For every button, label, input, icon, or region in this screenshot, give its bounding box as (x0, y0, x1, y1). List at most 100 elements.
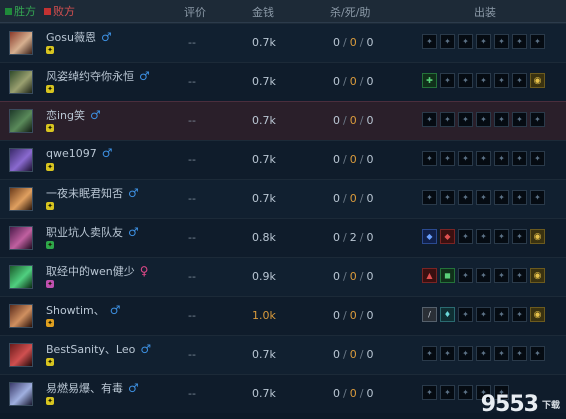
red-potion-item-icon[interactable]: ▲ (422, 268, 437, 283)
player-row[interactable]: BestSanity、Leo ♂ ✦ -- 0.7k 0/0/0 (0, 335, 566, 374)
player-row[interactable]: 风姿绰约夺你永恒♂ ✦ -- 0.7k 0/0/0 ✚ ◉ (0, 62, 566, 101)
empty-item-slot-icon[interactable] (512, 346, 527, 361)
empty-item-slot-icon[interactable] (422, 346, 437, 361)
empty-item-slot-icon[interactable] (512, 151, 527, 166)
empty-item-slot-icon[interactable] (440, 346, 455, 361)
player-name[interactable]: 风姿绰约夺你永恒 ♂ (46, 68, 150, 84)
empty-item-slot-icon[interactable] (530, 151, 545, 166)
player-name[interactable]: 恋ing笑 ♂ (46, 107, 101, 123)
empty-item-slot-icon[interactable] (458, 151, 473, 166)
empty-item-slot-icon[interactable] (494, 34, 509, 49)
empty-item-slot-icon[interactable] (458, 73, 473, 88)
empty-item-slot-icon[interactable] (530, 34, 545, 49)
male-icon: ♂ (90, 108, 101, 122)
empty-item-slot-icon[interactable] (494, 268, 509, 283)
empty-item-slot-icon[interactable] (422, 151, 437, 166)
player-row[interactable]: Showtim、♂ ✦ -- 1.0k 0/0/0 / ♦ ◉ (0, 296, 566, 335)
potion-item-icon[interactable]: ✚ (422, 73, 437, 88)
empty-item-slot-icon[interactable] (512, 34, 527, 49)
empty-item-slot-icon[interactable] (512, 112, 527, 127)
player-name[interactable]: Gosu薇恩 ♂ (46, 29, 112, 45)
trinket-ward-icon[interactable]: ◉ (530, 73, 545, 88)
player-name[interactable]: qwe1097 ♂ (46, 146, 113, 160)
male-icon: ♂ (109, 303, 121, 317)
empty-item-slot-icon[interactable] (476, 229, 491, 244)
male-icon: ♂ (128, 381, 139, 395)
empty-item-slot-icon[interactable] (458, 268, 473, 283)
empty-item-slot-icon[interactable] (422, 34, 437, 49)
player-row[interactable]: 一夜未眠君知否 ♂ ✦ -- 0.7k 0/0/0 (0, 179, 566, 218)
empty-item-slot-icon[interactable] (422, 190, 437, 205)
empty-item-slot-icon[interactable] (512, 307, 527, 322)
empty-item-slot-icon[interactable] (530, 112, 545, 127)
empty-item-slot-icon[interactable] (440, 190, 455, 205)
player-row[interactable]: 职业坑人卖队友♂ ✦ -- 0.8k 0/2/0 ◆ ◆ ◉ (0, 218, 566, 257)
empty-item-slot-icon[interactable] (458, 307, 473, 322)
empty-item-slot-icon[interactable] (512, 268, 527, 283)
lose-square-icon (44, 7, 51, 15)
empty-item-slot-icon[interactable] (422, 112, 437, 127)
rank-badge-icon: ✦ (46, 46, 54, 54)
rating-value: -- (188, 270, 196, 283)
col-kda-header: 杀/死/助 (330, 6, 371, 19)
empty-item-slot-icon[interactable] (422, 385, 437, 400)
empty-item-slot-icon[interactable] (440, 385, 455, 400)
empty-item-slot-icon[interactable] (476, 34, 491, 49)
gold-value: 0.7k (252, 114, 276, 127)
trinket-ward-icon[interactable]: ◉ (530, 268, 545, 283)
empty-item-slot-icon[interactable] (530, 346, 545, 361)
empty-item-slot-icon[interactable] (494, 112, 509, 127)
empty-item-slot-icon[interactable] (494, 346, 509, 361)
player-name[interactable]: BestSanity、Leo ♂ (46, 341, 151, 357)
empty-item-slot-icon[interactable] (494, 307, 509, 322)
player-name[interactable]: Showtim、 ♂ (46, 302, 121, 318)
empty-item-slot-icon[interactable] (530, 190, 545, 205)
empty-item-slot-icon[interactable] (458, 385, 473, 400)
male-icon: ♂ (100, 30, 112, 44)
player-name[interactable]: 易燃易爆、有毒 ♂ (46, 380, 139, 396)
item-slots: ✚ ◉ (422, 73, 545, 88)
player-row[interactable]: qwe1097 ♂ ✦ -- 0.7k 0/0/0 (0, 140, 566, 179)
col-rating-header: 评价 (184, 6, 206, 19)
sapphire-item-icon[interactable]: ◆ (422, 229, 437, 244)
empty-item-slot-icon[interactable] (476, 73, 491, 88)
empty-item-slot-icon[interactable] (458, 229, 473, 244)
player-row[interactable]: 取经中的wen健少♀ ✦ -- 0.9k 0/0/0 ▲ ◼ ◉ (0, 257, 566, 296)
empty-item-slot-icon[interactable] (458, 34, 473, 49)
green-shield-item-icon[interactable]: ◼ (440, 268, 455, 283)
player-row-selected[interactable]: 恋ing笑 ♂ ✦ -- 0.7k 0/0/0 (0, 101, 566, 141)
empty-item-slot-icon[interactable] (512, 229, 527, 244)
ruby-item-icon[interactable]: ◆ (440, 229, 455, 244)
player-row[interactable]: Gosu薇恩 ♂ ✦ -- 0.7k 0/0/0 (0, 23, 566, 62)
empty-item-slot-icon[interactable] (440, 34, 455, 49)
empty-item-slot-icon[interactable] (458, 190, 473, 205)
gold-value: 0.7k (252, 153, 276, 166)
empty-item-slot-icon[interactable] (458, 346, 473, 361)
tab-winning-team[interactable]: 胜方 (5, 3, 36, 19)
empty-item-slot-icon[interactable] (458, 112, 473, 127)
empty-item-slot-icon[interactable] (440, 73, 455, 88)
empty-item-slot-icon[interactable] (440, 112, 455, 127)
empty-item-slot-icon[interactable] (476, 151, 491, 166)
sword-item-icon[interactable]: / (422, 307, 437, 322)
trinket-ward-icon[interactable]: ◉ (530, 229, 545, 244)
empty-item-slot-icon[interactable] (494, 151, 509, 166)
empty-item-slot-icon[interactable] (494, 190, 509, 205)
player-name[interactable]: 职业坑人卖队友 ♂ (46, 224, 139, 240)
trinket-ward-icon[interactable]: ◉ (530, 307, 545, 322)
player-name[interactable]: 一夜未眠君知否 ♂ (46, 185, 139, 201)
empty-item-slot-icon[interactable] (512, 73, 527, 88)
empty-item-slot-icon[interactable] (494, 229, 509, 244)
empty-item-slot-icon[interactable] (494, 73, 509, 88)
empty-item-slot-icon[interactable] (476, 190, 491, 205)
teal-potion-item-icon[interactable]: ♦ (440, 307, 455, 322)
empty-item-slot-icon[interactable] (476, 112, 491, 127)
tab-losing-team[interactable]: 败方 (44, 3, 75, 19)
empty-item-slot-icon[interactable] (512, 190, 527, 205)
player-name[interactable]: 取经中的wen健少 ♀ (46, 263, 149, 279)
kda-value: 0/2/0 (333, 231, 374, 244)
empty-item-slot-icon[interactable] (476, 346, 491, 361)
empty-item-slot-icon[interactable] (440, 151, 455, 166)
empty-item-slot-icon[interactable] (476, 268, 491, 283)
empty-item-slot-icon[interactable] (476, 307, 491, 322)
